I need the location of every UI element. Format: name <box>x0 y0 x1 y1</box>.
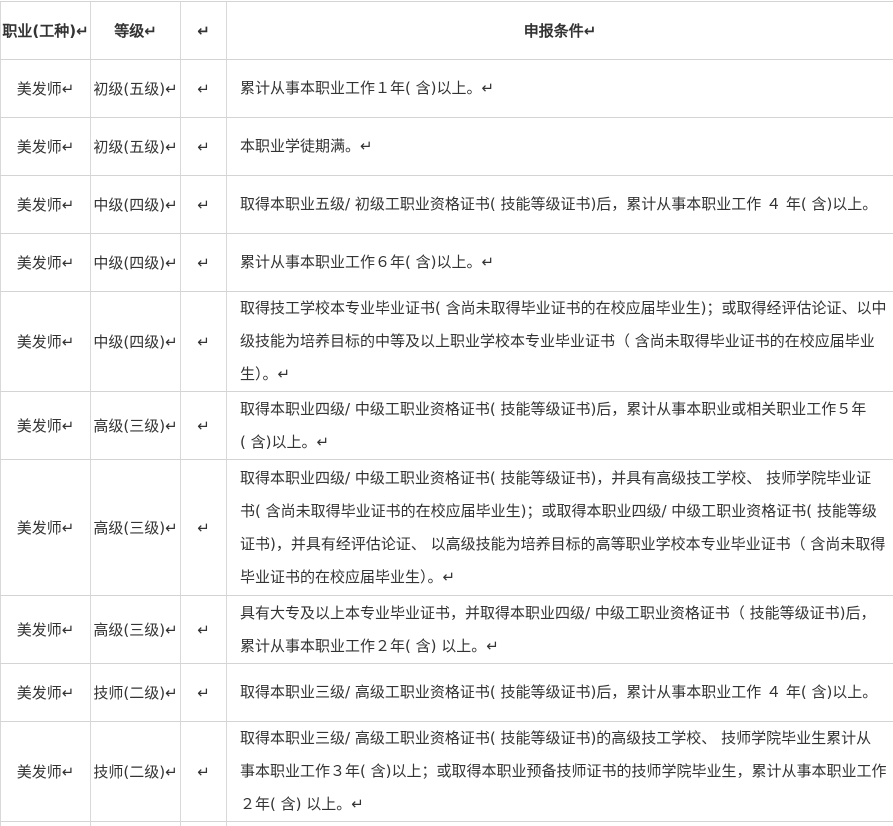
level-cell: 中级(四级)↵ <box>90 176 180 233</box>
table-row-partial <box>0 822 893 826</box>
header-conditions: 申报条件↵ <box>226 2 893 59</box>
conditions-cell: 取得本职业三级/ 高级工职业资格证书( 技能等级证书)的高级技工学校、 技师学院… <box>226 722 893 821</box>
table-row: 美发师↵ 中级(四级)↵ ↵ 取得本职业五级/ 初级工职业资格证书( 技能等级证… <box>0 176 893 234</box>
condition-line: 生）。↵ <box>240 365 291 383</box>
table-row: 美发师↵ 中级(四级)↵ ↵ 取得技工学校本专业毕业证书( 含尚未取得毕业证书的… <box>0 292 893 392</box>
conditions-text: 本职业学徒期满。↵ <box>240 130 893 163</box>
conditions-cell: 累计从事本职业工作６年( 含)以上。↵ <box>226 234 893 291</box>
conditions-text: 取得本职业四级/ 中级工职业资格证书( 技能等级证书)，并具有高级技工学校、 技… <box>240 462 893 594</box>
conditions-cell: 取得本职业四级/ 中级工职业资格证书( 技能等级证书)后，累计从事本职业或相关职… <box>226 392 893 459</box>
condition-line: 事本职业工作３年( 含)以上；或取得本职业预备技师证书的技师学院毕业生，累计从事… <box>240 762 887 780</box>
condition-line: 取得本职业四级/ 中级工职业资格证书( 技能等级证书)，并具有高级技工学校、 技… <box>240 468 872 487</box>
condition-line: 取得本职业五级/ 初级工职业资格证书( 技能等级证书)后，累计从事本职业工作 ４… <box>240 195 878 213</box>
table-row: 美发师↵ 初级(五级)↵ ↵ 累计从事本职业工作１年( 含)以上。↵ <box>0 60 893 118</box>
conditions-cell: 累计从事本职业工作１年( 含)以上。↵ <box>226 60 893 117</box>
condition-line: 取得本职业三级/ 高级工职业资格证书( 技能等级证书)后，累计从事本职业工作 ４… <box>240 683 878 701</box>
level-cell: 技师(二级)↵ <box>90 664 180 721</box>
condition-line: 本职业学徒期满。↵ <box>240 137 373 155</box>
conditions-cell: 取得本职业五级/ 初级工职业资格证书( 技能等级证书)后，累计从事本职业工作 ４… <box>226 176 893 233</box>
table-row: 美发师↵ 高级(三级)↵ ↵ 取得本职业四级/ 中级工职业资格证书( 技能等级证… <box>0 460 893 596</box>
mark-cell: ↵ <box>180 234 226 291</box>
table-row: 美发师↵ 技师(二级)↵ ↵ 取得本职业三级/ 高级工职业资格证书( 技能等级证… <box>0 664 893 722</box>
conditions-text: 累计从事本职业工作１年( 含)以上。↵ <box>240 72 893 105</box>
conditions-text: 取得本职业四级/ 中级工职业资格证书( 技能等级证书)后，累计从事本职业或相关职… <box>240 393 893 459</box>
condition-line: 累计从事本职业工作１年( 含)以上。↵ <box>240 79 495 97</box>
condition-line: 累计从事本职业工作６年( 含)以上。↵ <box>240 253 495 271</box>
conditions-text: 累计从事本职业工作６年( 含)以上。↵ <box>240 246 893 279</box>
condition-line: 取得本职业四级/ 中级工职业资格证书( 技能等级证书)后，累计从事本职业或相关职… <box>240 399 867 418</box>
condition-line: ( 含)以上。↵ <box>240 432 330 451</box>
condition-line: 取得本职业三级/ 高级工职业资格证书( 技能等级证书)的高级技工学校、 技师学院… <box>240 729 872 747</box>
mark-cell: ↵ <box>180 596 226 663</box>
occupation-cell: 美发师↵ <box>0 460 90 595</box>
table-row: 美发师↵ 高级(三级)↵ ↵ 具有大专及以上本专业毕业证书，并取得本职业四级/ … <box>0 596 893 664</box>
table-row: 美发师↵ 初级(五级)↵ ↵ 本职业学徒期满。↵ <box>0 118 893 176</box>
occupation-cell: 美发师↵ <box>0 664 90 721</box>
header-mark: ↵ <box>180 2 226 59</box>
level-cell <box>90 822 180 826</box>
level-cell: 中级(四级)↵ <box>90 292 180 391</box>
header-occupation: 职业(工种)↵ <box>0 2 90 59</box>
level-cell: 高级(三级)↵ <box>90 596 180 663</box>
mark-cell: ↵ <box>180 722 226 821</box>
occupation-cell: 美发师↵ <box>0 292 90 391</box>
condition-line: 具有大专及以上本专业毕业证书，并取得本职业四级/ 中级工职业资格证书（ 技能等级… <box>240 603 876 622</box>
occupation-cell: 美发师↵ <box>0 596 90 663</box>
table-row: 美发师↵ 高级(三级)↵ ↵ 取得本职业四级/ 中级工职业资格证书( 技能等级证… <box>0 392 893 460</box>
occupation-cell: 美发师↵ <box>0 60 90 117</box>
occupation-cell: 美发师↵ <box>0 234 90 291</box>
occupation-cell <box>0 822 90 826</box>
mark-cell: ↵ <box>180 176 226 233</box>
table-row: 美发师↵ 技师(二级)↵ ↵ 取得本职业三级/ 高级工职业资格证书( 技能等级证… <box>0 722 893 822</box>
conditions-text: 具有大专及以上本专业毕业证书，并取得本职业四级/ 中级工职业资格证书（ 技能等级… <box>240 597 893 663</box>
mark-cell <box>180 822 226 826</box>
occupation-cell: 美发师↵ <box>0 176 90 233</box>
conditions-cell: 取得技工学校本专业毕业证书( 含尚未取得毕业证书的在校应届毕业生)；或取得经评估… <box>226 292 893 391</box>
conditions-text: 取得技工学校本专业毕业证书( 含尚未取得毕业证书的在校应届毕业生)；或取得经评估… <box>240 292 893 391</box>
occupation-cell: 美发师↵ <box>0 118 90 175</box>
occupation-cell: 美发师↵ <box>0 392 90 459</box>
condition-line: 累计从事本职业工作２年( 含) 以上。↵ <box>240 636 499 655</box>
mark-cell: ↵ <box>180 60 226 117</box>
level-cell: 初级(五级)↵ <box>90 118 180 175</box>
level-cell: 高级(三级)↵ <box>90 392 180 459</box>
conditions-cell <box>226 822 893 826</box>
conditions-cell: 取得本职业三级/ 高级工职业资格证书( 技能等级证书)后，累计从事本职业工作 ４… <box>226 664 893 721</box>
condition-line: 毕业证书的在校应届毕业生）。↵ <box>240 567 456 586</box>
table-header-row: 职业(工种)↵ 等级↵ ↵ 申报条件↵ <box>0 2 893 60</box>
conditions-text: 取得本职业五级/ 初级工职业资格证书( 技能等级证书)后，累计从事本职业工作 ４… <box>240 188 893 221</box>
conditions-text: 取得本职业三级/ 高级工职业资格证书( 技能等级证书)后，累计从事本职业工作 ４… <box>240 676 893 709</box>
mark-cell: ↵ <box>180 118 226 175</box>
level-cell: 技师(二级)↵ <box>90 722 180 821</box>
header-level: 等级↵ <box>90 2 180 59</box>
requirements-table: 职业(工种)↵ 等级↵ ↵ 申报条件↵ 美发师↵ 初级(五级)↵ ↵ 累计从事本… <box>0 1 893 826</box>
condition-line: 证书)，并具有经评估论证、 以高级技能为培养目标的高等职业学校本专业毕业证书（ … <box>240 534 886 553</box>
mark-cell: ↵ <box>180 292 226 391</box>
conditions-cell: 具有大专及以上本专业毕业证书，并取得本职业四级/ 中级工职业资格证书（ 技能等级… <box>226 596 893 663</box>
conditions-cell: 本职业学徒期满。↵ <box>226 118 893 175</box>
mark-cell: ↵ <box>180 392 226 459</box>
level-cell: 高级(三级)↵ <box>90 460 180 595</box>
conditions-text: 取得本职业三级/ 高级工职业资格证书( 技能等级证书)的高级技工学校、 技师学院… <box>240 722 893 821</box>
occupation-cell: 美发师↵ <box>0 722 90 821</box>
condition-line: 级技能为培养目标的中等及以上职业学校本专业毕业证书（ 含尚未取得毕业证书的在校应… <box>240 332 875 350</box>
condition-line: ２年( 含) 以上。↵ <box>240 795 364 813</box>
table-row: 美发师↵ 中级(四级)↵ ↵ 累计从事本职业工作６年( 含)以上。↵ <box>0 234 893 292</box>
mark-cell: ↵ <box>180 460 226 595</box>
conditions-cell: 取得本职业四级/ 中级工职业资格证书( 技能等级证书)，并具有高级技工学校、 技… <box>226 460 893 595</box>
level-cell: 初级(五级)↵ <box>90 60 180 117</box>
mark-cell: ↵ <box>180 664 226 721</box>
condition-line: 取得技工学校本专业毕业证书( 含尚未取得毕业证书的在校应届毕业生)；或取得经评估… <box>240 299 887 317</box>
level-cell: 中级(四级)↵ <box>90 234 180 291</box>
condition-line: 书( 含尚未取得毕业证书的在校应届毕业生)；或取得本职业四级/ 中级工职业资格证… <box>240 501 877 520</box>
